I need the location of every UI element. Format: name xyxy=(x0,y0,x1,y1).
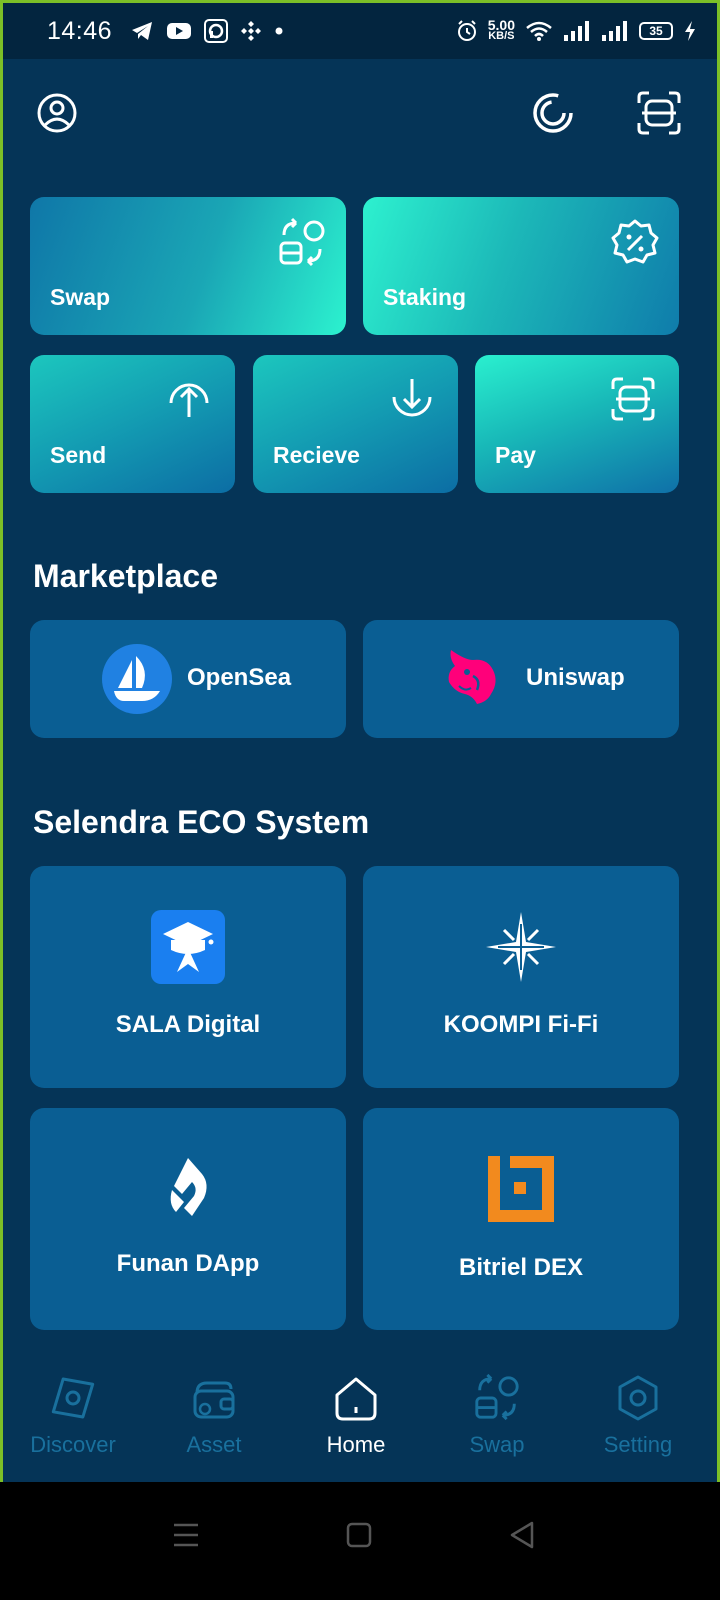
opensea-label: OpenSea xyxy=(187,664,292,691)
marketplace-opensea[interactable]: OpenSea xyxy=(30,620,346,738)
telegram-icon xyxy=(132,22,153,40)
status-bar: 14:46 5.00 KB/S 35 xyxy=(3,3,717,59)
nav-setting-label: Setting xyxy=(603,1432,673,1457)
home-icon xyxy=(335,1377,377,1421)
youtube-icon xyxy=(167,23,192,39)
home-square-icon[interactable] xyxy=(346,1522,372,1548)
nav-swap-label: Swap xyxy=(469,1432,525,1457)
koompi-fifi-label: KOOMPI Fi-Fi xyxy=(443,1011,599,1038)
opensea-logo-icon xyxy=(102,644,172,714)
nav-home-label: Home xyxy=(326,1432,386,1457)
top-bar xyxy=(3,87,717,143)
loading-spinner-icon[interactable] xyxy=(527,87,579,139)
nav-asset[interactable]: Asset xyxy=(144,1373,284,1458)
nav-swap[interactable]: Swap xyxy=(427,1373,567,1458)
profile-icon[interactable] xyxy=(31,87,83,139)
ecosystem-title: Selendra ECO System xyxy=(33,804,370,840)
eco-koompi-fifi[interactable]: KOOMPI Fi-Fi xyxy=(363,866,679,1088)
nav-setting[interactable]: Setting xyxy=(568,1373,708,1458)
receive-arrow-down-icon xyxy=(392,379,432,417)
back-icon[interactable] xyxy=(508,1520,536,1550)
wallet-icon xyxy=(193,1381,235,1419)
bottom-navigation: Discover Asset Home Swap Setting xyxy=(3,1363,717,1483)
pay-label: Pay xyxy=(495,442,536,468)
nav-asset-label: Asset xyxy=(186,1432,242,1457)
uniswap-label: Uniswap xyxy=(526,664,625,691)
pay-tile[interactable]: Pay xyxy=(475,355,679,493)
net-speed-unit: KB/S xyxy=(488,30,515,42)
eco-bitriel-dex[interactable]: Bitriel DEX xyxy=(363,1108,679,1330)
nav-discover-label: Discover xyxy=(30,1432,116,1457)
send-tile[interactable]: Send xyxy=(30,355,235,493)
receive-tile[interactable]: Recieve xyxy=(253,355,458,493)
wifi-icon xyxy=(526,21,552,41)
bitriel-logo-icon xyxy=(488,1156,554,1222)
sala-digital-label: SALA Digital xyxy=(115,1011,261,1038)
receive-label: Recieve xyxy=(273,442,360,468)
marketplace-uniswap[interactable]: Uniswap xyxy=(363,620,679,738)
marketplace-title: Marketplace xyxy=(33,558,218,594)
swap-icon xyxy=(279,217,325,267)
settings-icon xyxy=(618,1375,658,1421)
status-time: 14:46 xyxy=(47,16,113,45)
system-icons: 5.00 KB/S 35 xyxy=(456,18,697,42)
scan-icon[interactable] xyxy=(633,87,685,139)
send-label: Send xyxy=(50,442,107,468)
sala-digital-logo-icon xyxy=(151,910,225,984)
staking-tile[interactable]: Staking xyxy=(363,197,679,335)
recent-apps-icon[interactable] xyxy=(172,1522,200,1548)
system-navigation-bar xyxy=(0,1482,720,1600)
eco-funan-dapp[interactable]: Funan DApp xyxy=(30,1108,346,1330)
app-p-icon xyxy=(204,19,229,43)
funan-logo-icon xyxy=(170,1158,207,1216)
koompi-logo-icon xyxy=(486,912,556,982)
binance-icon xyxy=(241,21,262,41)
staking-label: Staking xyxy=(383,284,467,310)
bitriel-dex-label: Bitriel DEX xyxy=(458,1254,584,1281)
signal-icon-2 xyxy=(602,21,627,41)
app-screen: 14:46 5.00 KB/S 35 Swap Staking Send Rec… xyxy=(0,0,720,1510)
swap-icon xyxy=(475,1373,519,1421)
charging-icon xyxy=(685,21,695,41)
discover-icon xyxy=(51,1377,95,1419)
funan-dapp-label: Funan DApp xyxy=(116,1250,260,1277)
notification-icons xyxy=(130,19,284,43)
alarm-icon xyxy=(457,20,476,41)
eco-sala-digital[interactable]: SALA Digital xyxy=(30,866,346,1088)
uniswap-logo-icon xyxy=(448,650,496,704)
dot-icon xyxy=(275,27,283,35)
nav-discover[interactable]: Discover xyxy=(3,1373,143,1458)
swap-tile[interactable]: Swap xyxy=(30,197,346,335)
pay-scan-icon xyxy=(611,377,655,421)
battery-icon: 35 xyxy=(639,22,673,40)
swap-label: Swap xyxy=(50,284,111,310)
net-speed: 5.00 KB/S xyxy=(488,18,515,42)
nav-home[interactable]: Home xyxy=(286,1373,426,1458)
send-arrow-up-icon xyxy=(169,383,209,417)
signal-icon xyxy=(564,21,589,41)
discount-badge-icon xyxy=(611,219,659,264)
